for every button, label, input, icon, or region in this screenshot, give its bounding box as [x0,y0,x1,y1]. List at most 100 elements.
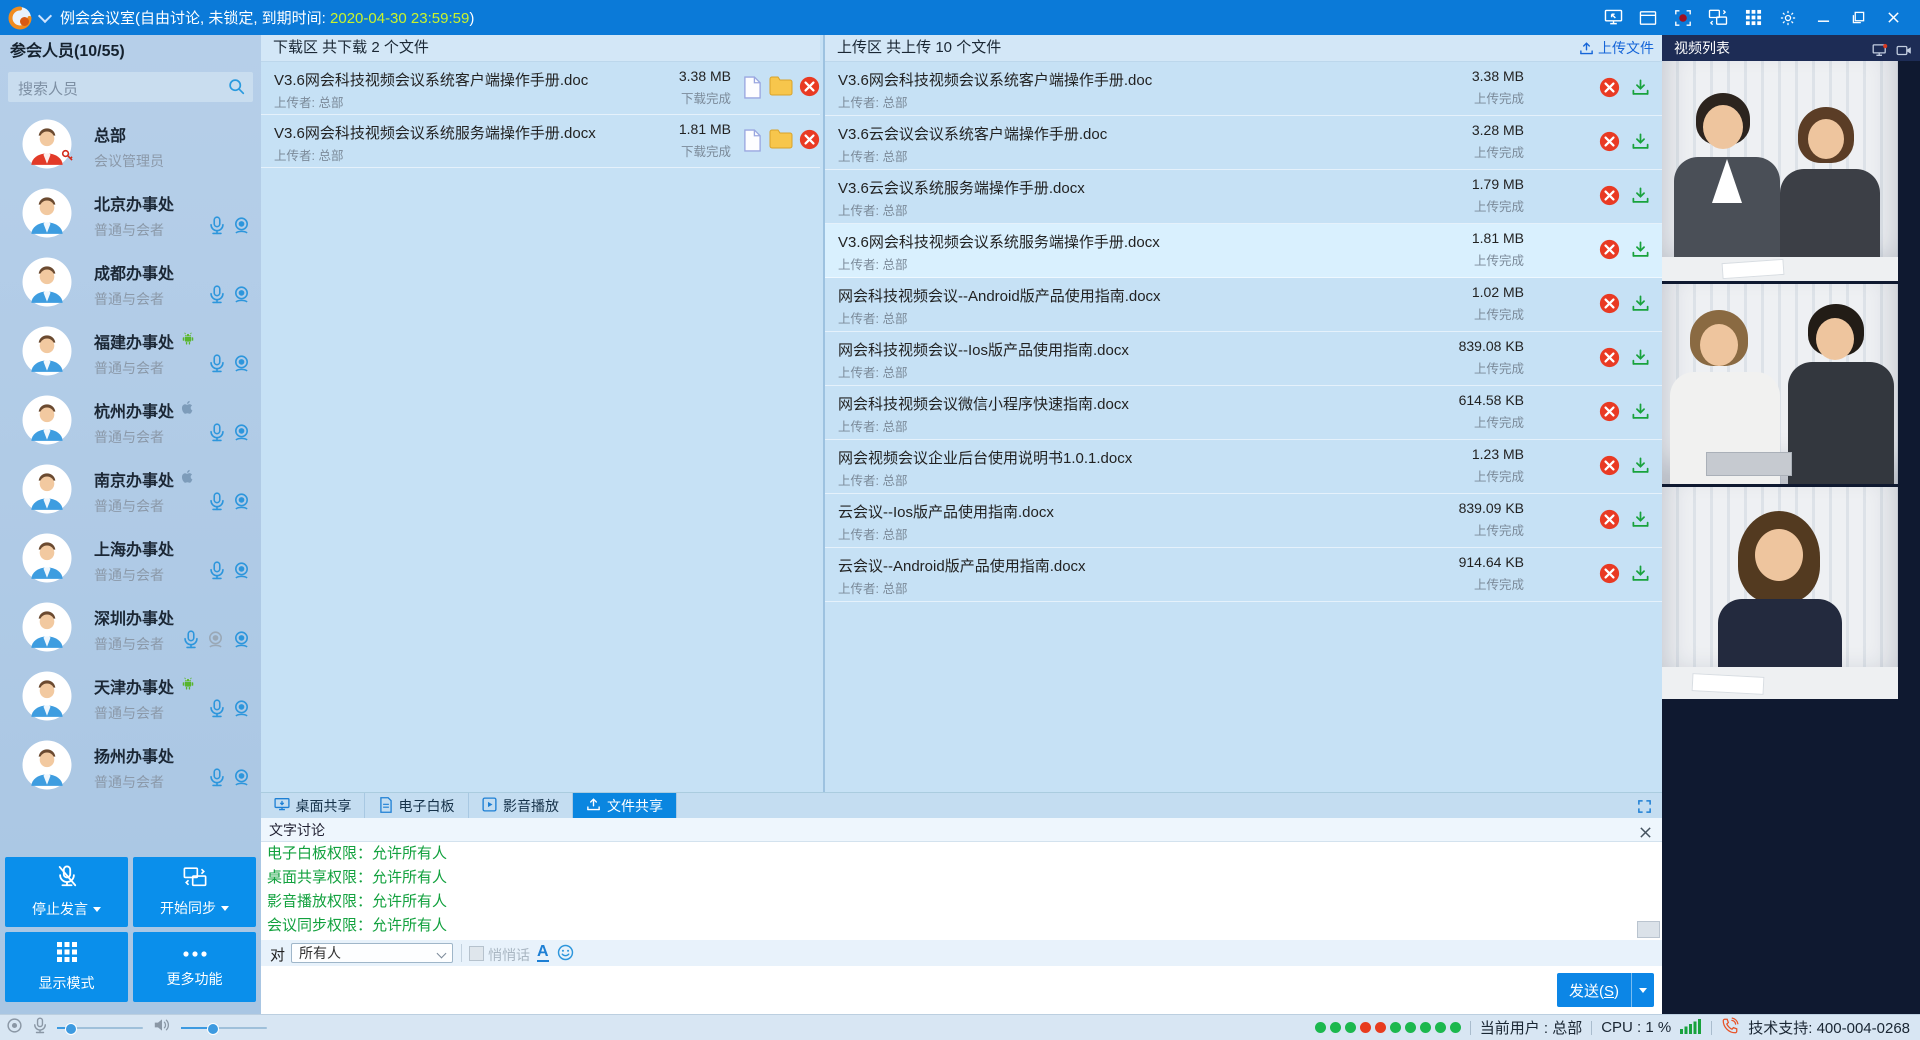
recipient-select[interactable]: 所有人 [291,943,453,963]
remove-file-icon[interactable] [799,129,820,155]
upload-file-row[interactable]: 网会科技视频会议--Android版产品使用指南.docx上传者: 总部1.02… [825,278,1664,332]
mic-icon[interactable] [209,492,225,516]
open-folder-icon[interactable] [769,76,793,101]
remove-file-icon[interactable] [1599,563,1620,589]
screen-share-icon[interactable] [1705,5,1731,31]
whisper-checkbox[interactable] [469,946,484,961]
upload-file-row[interactable]: 云会议--Android版产品使用指南.docx上传者: 总部914.64 KB… [825,548,1664,602]
remove-file-icon[interactable] [1599,509,1620,535]
speaker-icon[interactable] [153,1017,171,1038]
camera-icon[interactable] [232,492,251,516]
apps-grid-icon[interactable] [1740,5,1766,31]
mic-icon[interactable] [209,768,225,792]
download-file-row[interactable]: V3.6网会科技视频会议系统客户端操作手册.doc上传者: 总部3.38 MB下… [261,62,820,115]
remove-file-icon[interactable] [1599,77,1620,103]
close-icon[interactable] [1880,5,1906,31]
search-icon[interactable] [228,78,245,100]
upload-file-row[interactable]: 网会视频会议企业后台使用说明书1.0.1.docx上传者: 总部1.23 MB上… [825,440,1664,494]
download-file-icon[interactable] [1631,348,1650,372]
upload-file-link[interactable]: 上传文件 [1579,35,1654,61]
remove-file-icon[interactable] [1599,131,1620,157]
download-file-icon[interactable] [1631,510,1650,534]
chat-scrollbar[interactable] [1637,921,1660,938]
participant-row[interactable]: 南京办事处普通与会者 [0,455,261,524]
minimize-icon[interactable] [1810,5,1836,31]
extend-screen-icon[interactable] [1600,5,1626,31]
message-compose-area[interactable]: 发送(S) [261,966,1662,1014]
tab-file-share[interactable]: 文件共享 [573,793,677,819]
participant-row[interactable]: 扬州办事处普通与会者 [0,731,261,800]
button-display-mode[interactable]: 显示模式 [5,932,128,1002]
fullscreen-icon[interactable] [1637,799,1652,814]
chevron-down-icon[interactable] [38,8,52,22]
camera-icon[interactable] [232,768,251,792]
button-mic-off[interactable]: 停止发言 [5,857,128,927]
remove-file-icon[interactable] [1599,293,1620,319]
emoji-icon[interactable] [557,944,574,961]
remove-file-icon[interactable] [1599,185,1620,211]
download-file-row[interactable]: V3.6网会科技视频会议系统服务端操作手册.docx上传者: 总部1.81 MB… [261,115,820,168]
participant-row[interactable]: 成都办事处普通与会者 [0,248,261,317]
send-options-arrow[interactable] [1632,988,1654,993]
search-input[interactable]: 搜索人员 [8,72,253,102]
mic-icon[interactable] [209,216,225,240]
open-file-icon[interactable] [743,129,762,157]
mic-status-icon[interactable] [33,1017,47,1039]
tab-whiteboard[interactable]: 电子白板 [365,793,469,819]
remove-file-icon[interactable] [1599,455,1620,481]
upload-file-row[interactable]: V3.6云会议会议系统客户端操作手册.doc上传者: 总部3.28 MB上传完成 [825,116,1664,170]
download-file-icon[interactable] [1631,294,1650,318]
open-file-icon[interactable] [743,76,762,104]
participant-row[interactable]: 福建办事处普通与会者 [0,317,261,386]
mic-volume-slider[interactable] [57,1022,143,1034]
participant-row[interactable]: 天津办事处普通与会者 [0,662,261,731]
open-folder-icon[interactable] [769,129,793,154]
participant-row[interactable]: 北京办事处普通与会者 [0,179,261,248]
record-icon[interactable] [1670,5,1696,31]
mic-icon[interactable] [209,699,225,723]
download-file-icon[interactable] [1631,186,1650,210]
settings-gear-icon[interactable] [1775,5,1801,31]
participant-row[interactable]: 上海办事处普通与会者 [0,524,261,593]
camera-icon[interactable] [232,423,251,447]
record-status-icon[interactable] [6,1017,23,1039]
chat-close-icon[interactable] [1639,822,1654,837]
upload-file-row[interactable]: V3.6网会科技视频会议系统服务端操作手册.docx上传者: 总部1.81 MB… [825,224,1664,278]
participant-row[interactable]: 杭州办事处普通与会者 [0,386,261,455]
upload-file-row[interactable]: V3.6云会议系统服务端操作手册.docx上传者: 总部1.79 MB上传完成 [825,170,1664,224]
download-file-icon[interactable] [1631,402,1650,426]
remove-file-icon[interactable] [1599,347,1620,373]
camera-icon[interactable] [232,561,251,585]
camera-off-icon[interactable] [206,630,225,654]
camera-icon[interactable] [232,630,251,654]
mic-icon[interactable] [209,285,225,309]
download-file-icon[interactable] [1631,456,1650,480]
download-file-icon[interactable] [1631,132,1650,156]
participant-row[interactable]: 总部会议管理员 [0,110,261,179]
remove-file-icon[interactable] [1599,401,1620,427]
tab-desktop-share[interactable]: 桌面共享 [261,793,365,819]
mic-icon[interactable] [183,630,199,654]
camera-icon[interactable] [1896,40,1912,66]
video-thumbnail-1[interactable] [1662,61,1898,281]
camera-icon[interactable] [232,699,251,723]
mic-icon[interactable] [209,561,225,585]
send-button[interactable]: 发送(S) [1557,973,1654,1007]
mic-icon[interactable] [209,423,225,447]
tab-media-play[interactable]: 影音播放 [469,793,573,819]
button-more[interactable]: 更多功能 [133,932,256,1002]
download-file-icon[interactable] [1631,78,1650,102]
upload-file-row[interactable]: 网会科技视频会议--Ios版产品使用指南.docx上传者: 总部839.08 K… [825,332,1664,386]
download-file-icon[interactable] [1631,564,1650,588]
camera-icon[interactable] [232,285,251,309]
button-sync[interactable]: 开始同步 [133,857,256,927]
upload-file-row[interactable]: V3.6网会科技视频会议系统客户端操作手册.doc上传者: 总部3.38 MB上… [825,62,1664,116]
download-file-icon[interactable] [1631,240,1650,264]
speaker-volume-slider[interactable] [181,1022,267,1034]
font-color-icon[interactable]: A [537,943,549,962]
camera-icon[interactable] [232,216,251,240]
maximize-icon[interactable] [1845,5,1871,31]
window-mode-icon[interactable] [1635,5,1661,31]
video-thumbnail-2[interactable] [1662,284,1898,484]
participant-row[interactable]: 深圳办事处普通与会者 [0,593,261,662]
